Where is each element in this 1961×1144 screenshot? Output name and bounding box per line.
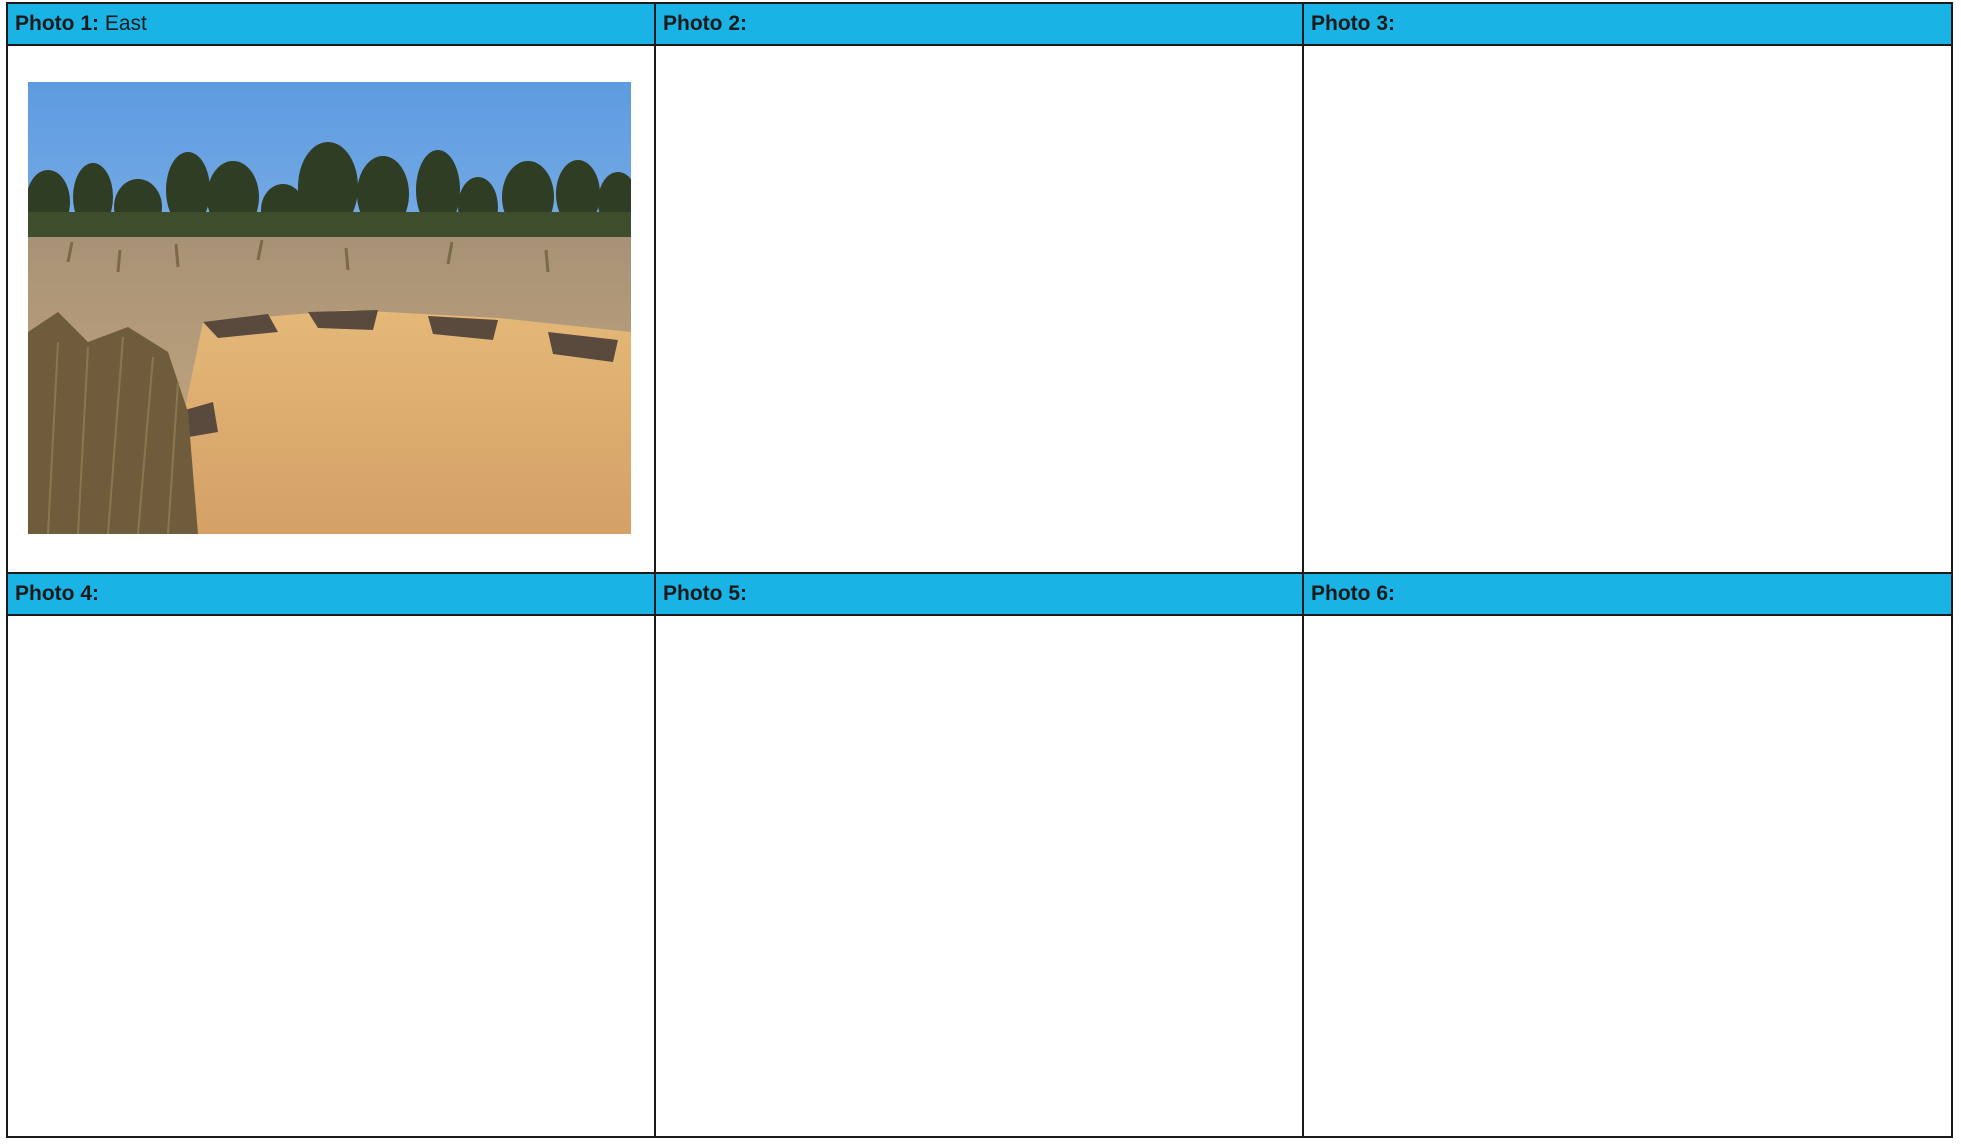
- photo-6-header: Photo 6:: [1302, 572, 1953, 616]
- photo-6-label: Photo 6:: [1311, 582, 1395, 605]
- photo-4-label: Photo 4:: [15, 582, 99, 605]
- photo-5-cell: [654, 614, 1304, 1138]
- photo-2-cell: [654, 44, 1304, 574]
- landscape-photo: [28, 82, 631, 534]
- photo-4-cell: [6, 614, 656, 1138]
- photo-grid-table: Photo 1: East Photo 2: Photo 3: Photo 4:…: [6, 2, 1953, 1138]
- body-row-1: [6, 44, 1953, 574]
- photo-1-header: Photo 1: East: [6, 2, 656, 46]
- photo-1-label: Photo 1:: [15, 12, 99, 35]
- photo-3-cell: [1302, 44, 1953, 574]
- photo-5-label: Photo 5:: [663, 582, 747, 605]
- photo-3-label: Photo 3:: [1311, 12, 1395, 35]
- body-row-2: [6, 614, 1953, 1138]
- photo-2-label: Photo 2:: [663, 12, 747, 35]
- photo-4-header: Photo 4:: [6, 572, 656, 616]
- photo-1-image: [28, 82, 631, 534]
- photo-3-header: Photo 3:: [1302, 2, 1953, 46]
- header-row-1: Photo 1: East Photo 2: Photo 3:: [6, 2, 1953, 46]
- photo-1-cell: [6, 44, 656, 574]
- header-row-2: Photo 4: Photo 5: Photo 6:: [6, 572, 1953, 616]
- photo-6-cell: [1302, 614, 1953, 1138]
- photo-5-header: Photo 5:: [654, 572, 1304, 616]
- photo-2-header: Photo 2:: [654, 2, 1304, 46]
- photo-1-caption: East: [104, 12, 147, 35]
